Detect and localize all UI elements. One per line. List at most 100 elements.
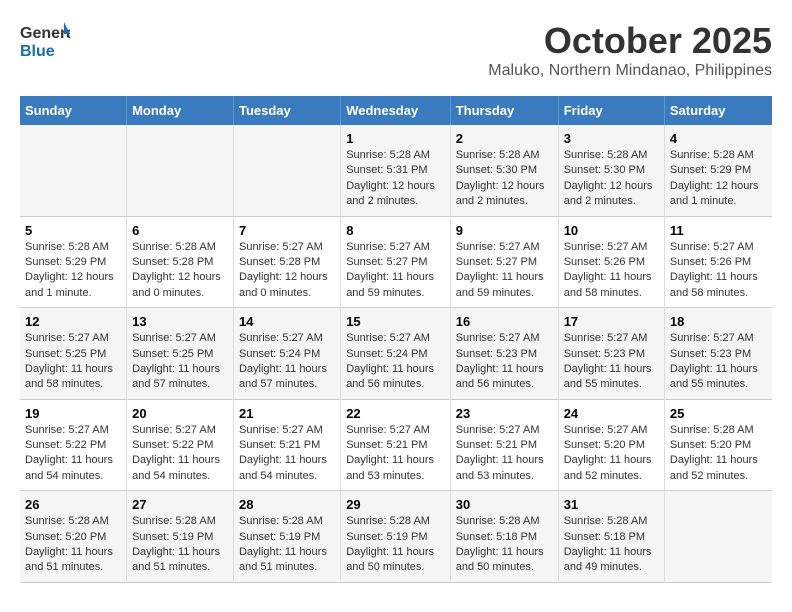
calendar-cell — [127, 125, 234, 216]
calendar-week-row: 19 Sunrise: 5:27 AM Sunset: 5:22 PM Dayli… — [20, 399, 772, 491]
day-info: Sunrise: 5:28 AM Sunset: 5:19 PM Dayligh… — [346, 514, 445, 576]
header-thursday: Thursday — [450, 96, 558, 125]
calendar-cell: 9 Sunrise: 5:27 AM Sunset: 5:27 PM Daylig… — [450, 216, 558, 308]
title-area: October 2025 Maluko, Northern Mindanao, … — [488, 20, 772, 80]
day-info: Sunrise: 5:28 AM Sunset: 5:30 PM Dayligh… — [456, 148, 553, 210]
header-tuesday: Tuesday — [233, 96, 340, 125]
logo: General Blue — [20, 20, 70, 60]
day-number: 20 — [132, 406, 228, 421]
day-number: 11 — [670, 223, 767, 238]
calendar-week-row: 12Sunrise: 5:27 AM Sunset: 5:25 PM Dayli… — [20, 308, 772, 400]
calendar-cell: 6 Sunrise: 5:28 AM Sunset: 5:28 PM Daylig… — [127, 216, 234, 308]
day-number: 10 — [564, 223, 659, 238]
calendar-cell: 2 Sunrise: 5:28 AM Sunset: 5:30 PM Daylig… — [450, 125, 558, 216]
calendar-table: SundayMondayTuesdayWednesdayThursdayFrid… — [20, 96, 772, 583]
day-number: 2 — [456, 131, 553, 146]
calendar-cell: 27Sunrise: 5:28 AM Sunset: 5:19 PM Dayli… — [127, 491, 234, 583]
header-saturday: Saturday — [664, 96, 772, 125]
day-number: 30 — [456, 497, 553, 512]
calendar-week-row: 1 Sunrise: 5:28 AM Sunset: 5:31 PM Daylig… — [20, 125, 772, 216]
calendar-header-row: SundayMondayTuesdayWednesdayThursdayFrid… — [20, 96, 772, 125]
calendar-cell: 10Sunrise: 5:27 AM Sunset: 5:26 PM Dayli… — [558, 216, 664, 308]
day-number: 15 — [346, 314, 445, 329]
day-number: 5 — [25, 223, 121, 238]
day-number: 4 — [670, 131, 767, 146]
day-info: Sunrise: 5:28 AM Sunset: 5:20 PM Dayligh… — [670, 423, 767, 485]
day-number: 9 — [456, 223, 553, 238]
day-info: Sunrise: 5:27 AM Sunset: 5:23 PM Dayligh… — [456, 331, 553, 393]
calendar-cell: 26 Sunrise: 5:28 AM Sunset: 5:20 PM Dayli… — [20, 491, 127, 583]
day-number: 1 — [346, 131, 445, 146]
calendar-cell: 7Sunrise: 5:27 AM Sunset: 5:28 PM Daylig… — [233, 216, 340, 308]
day-info: Sunrise: 5:28 AM Sunset: 5:31 PM Dayligh… — [346, 148, 445, 210]
day-info: Sunrise: 5:27 AM Sunset: 5:27 PM Dayligh… — [346, 240, 445, 302]
day-number: 31 — [564, 497, 659, 512]
calendar-cell: 15 Sunrise: 5:27 AM Sunset: 5:24 PM Dayli… — [341, 308, 451, 400]
day-info: Sunrise: 5:27 AM Sunset: 5:20 PM Dayligh… — [564, 423, 659, 485]
day-info: Sunrise: 5:27 AM Sunset: 5:24 PM Dayligh… — [346, 331, 445, 393]
calendar-cell: 12Sunrise: 5:27 AM Sunset: 5:25 PM Dayli… — [20, 308, 127, 400]
day-number: 26 — [25, 497, 121, 512]
day-info: Sunrise: 5:28 AM Sunset: 5:29 PM Dayligh… — [670, 148, 767, 210]
day-info: Sunrise: 5:28 AM Sunset: 5:19 PM Dayligh… — [239, 514, 335, 576]
calendar-cell: 20 Sunrise: 5:27 AM Sunset: 5:22 PM Dayli… — [127, 399, 234, 491]
calendar-cell — [233, 125, 340, 216]
day-info: Sunrise: 5:27 AM Sunset: 5:23 PM Dayligh… — [564, 331, 659, 393]
day-info: Sunrise: 5:28 AM Sunset: 5:20 PM Dayligh… — [25, 514, 121, 576]
calendar-cell: 31 Sunrise: 5:28 AM Sunset: 5:18 PM Dayli… — [558, 491, 664, 583]
day-info: Sunrise: 5:28 AM Sunset: 5:18 PM Dayligh… — [564, 514, 659, 576]
calendar-cell: 17Sunrise: 5:27 AM Sunset: 5:23 PM Dayli… — [558, 308, 664, 400]
header-sunday: Sunday — [20, 96, 127, 125]
calendar-cell: 21 Sunrise: 5:27 AM Sunset: 5:21 PM Dayli… — [233, 399, 340, 491]
calendar-cell: 18 Sunrise: 5:27 AM Sunset: 5:23 PM Dayli… — [664, 308, 772, 400]
day-info: Sunrise: 5:27 AM Sunset: 5:28 PM Dayligh… — [239, 240, 335, 302]
svg-text:Blue: Blue — [20, 43, 55, 60]
day-info: Sunrise: 5:27 AM Sunset: 5:21 PM Dayligh… — [456, 423, 553, 485]
calendar-cell: 25 Sunrise: 5:28 AM Sunset: 5:20 PM Dayli… — [664, 399, 772, 491]
day-number: 25 — [670, 406, 767, 421]
calendar-cell: 29 Sunrise: 5:28 AM Sunset: 5:19 PM Dayli… — [341, 491, 451, 583]
day-info: Sunrise: 5:27 AM Sunset: 5:22 PM Dayligh… — [132, 423, 228, 485]
calendar-cell: 8 Sunrise: 5:27 AM Sunset: 5:27 PM Daylig… — [341, 216, 451, 308]
day-info: Sunrise: 5:27 AM Sunset: 5:21 PM Dayligh… — [346, 423, 445, 485]
calendar-cell: 5 Sunrise: 5:28 AM Sunset: 5:29 PM Daylig… — [20, 216, 127, 308]
day-number: 8 — [346, 223, 445, 238]
calendar-cell: 13Sunrise: 5:27 AM Sunset: 5:25 PM Dayli… — [127, 308, 234, 400]
day-info: Sunrise: 5:27 AM Sunset: 5:23 PM Dayligh… — [670, 331, 767, 393]
calendar-cell: 11Sunrise: 5:27 AM Sunset: 5:26 PM Dayli… — [664, 216, 772, 308]
calendar-week-row: 5 Sunrise: 5:28 AM Sunset: 5:29 PM Daylig… — [20, 216, 772, 308]
calendar-week-row: 26 Sunrise: 5:28 AM Sunset: 5:20 PM Dayli… — [20, 491, 772, 583]
day-info: Sunrise: 5:27 AM Sunset: 5:27 PM Dayligh… — [456, 240, 553, 302]
day-number: 6 — [132, 223, 228, 238]
calendar-cell: 16Sunrise: 5:27 AM Sunset: 5:23 PM Dayli… — [450, 308, 558, 400]
day-number: 28 — [239, 497, 335, 512]
day-number: 24 — [564, 406, 659, 421]
day-number: 29 — [346, 497, 445, 512]
calendar-cell: 1 Sunrise: 5:28 AM Sunset: 5:31 PM Daylig… — [341, 125, 451, 216]
day-info: Sunrise: 5:28 AM Sunset: 5:19 PM Dayligh… — [132, 514, 228, 576]
day-info: Sunrise: 5:27 AM Sunset: 5:22 PM Dayligh… — [25, 423, 121, 485]
day-info: Sunrise: 5:27 AM Sunset: 5:21 PM Dayligh… — [239, 423, 335, 485]
calendar-cell — [20, 125, 127, 216]
logo-icon: General Blue — [20, 20, 70, 60]
header-monday: Monday — [127, 96, 234, 125]
day-number: 12 — [25, 314, 121, 329]
day-number: 22 — [346, 406, 445, 421]
day-number: 23 — [456, 406, 553, 421]
day-number: 21 — [239, 406, 335, 421]
calendar-cell: 4 Sunrise: 5:28 AM Sunset: 5:29 PM Daylig… — [664, 125, 772, 216]
calendar-cell: 28 Sunrise: 5:28 AM Sunset: 5:19 PM Dayli… — [233, 491, 340, 583]
page-subtitle: Maluko, Northern Mindanao, Philippines — [488, 62, 772, 80]
day-info: Sunrise: 5:28 AM Sunset: 5:28 PM Dayligh… — [132, 240, 228, 302]
calendar-cell: 30Sunrise: 5:28 AM Sunset: 5:18 PM Dayli… — [450, 491, 558, 583]
calendar-cell: 19 Sunrise: 5:27 AM Sunset: 5:22 PM Dayli… — [20, 399, 127, 491]
header-friday: Friday — [558, 96, 664, 125]
day-number: 18 — [670, 314, 767, 329]
day-number: 19 — [25, 406, 121, 421]
day-number: 14 — [239, 314, 335, 329]
page-header: General Blue October 2025 Maluko, Northe… — [20, 20, 772, 80]
page-title: October 2025 — [488, 20, 772, 62]
day-info: Sunrise: 5:28 AM Sunset: 5:29 PM Dayligh… — [25, 240, 121, 302]
svg-text:General: General — [20, 25, 70, 42]
calendar-cell: 23 Sunrise: 5:27 AM Sunset: 5:21 PM Dayli… — [450, 399, 558, 491]
